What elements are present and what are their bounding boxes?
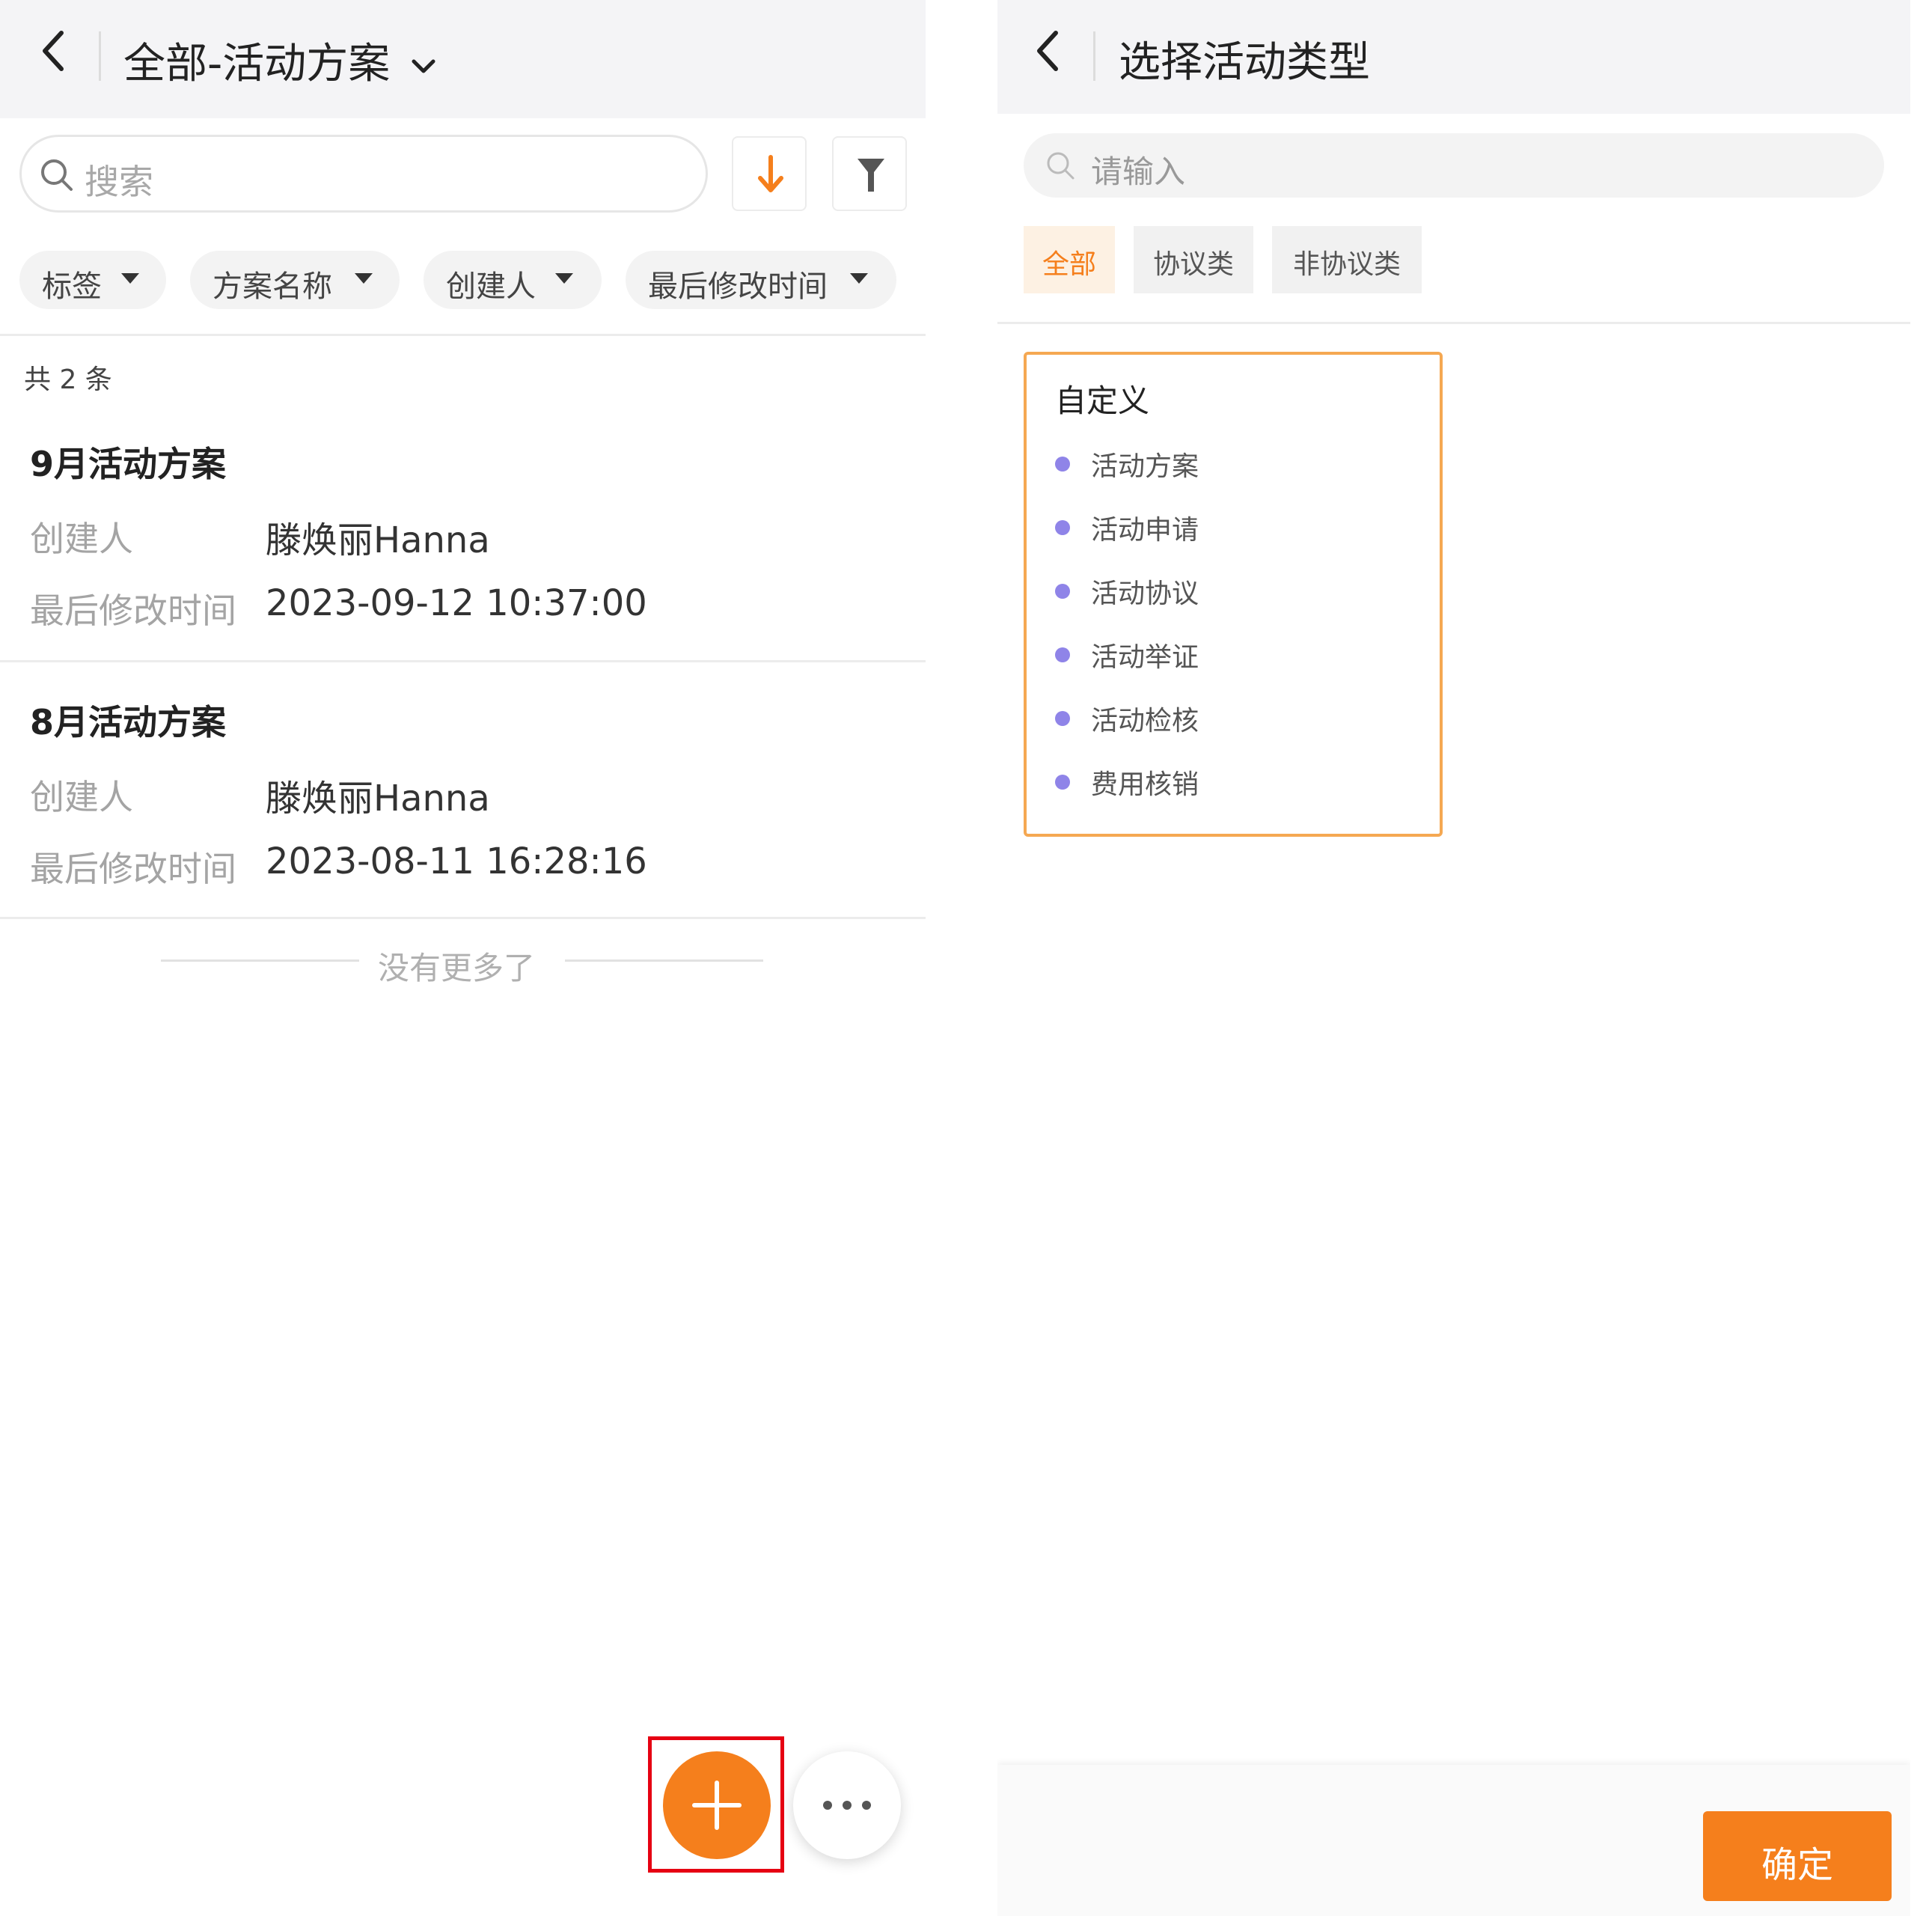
tab-label: 协议类: [1152, 249, 1234, 280]
record-title: 9月活动方案: [30, 444, 227, 484]
group-title: 自定义: [1055, 382, 1150, 419]
header-divider: [99, 31, 101, 81]
search-placeholder: 搜索: [85, 162, 153, 202]
type-item-label: 费用核销: [1091, 769, 1199, 800]
select-activity-type-screen: 选择活动类型 请输入 全部 协议类 非协议类 自定义 活动方案 活动申请 活动协…: [997, 0, 1910, 1916]
list-item[interactable]: 8月活动方案 创建人 滕焕丽Hanna 最后修改时间 2023-08-11 16…: [0, 677, 926, 918]
tab-non-agreement[interactable]: 非协议类: [1272, 226, 1422, 293]
top-bar: 全部-活动方案: [0, 0, 926, 118]
record-count: 共 2 条: [24, 364, 112, 395]
creator-label: 创建人: [30, 777, 133, 817]
search-icon: [1047, 152, 1074, 180]
type-item-label: 活动协议: [1091, 579, 1199, 609]
filter-chip-creator[interactable]: 创建人: [424, 251, 602, 309]
record-title: 8月活动方案: [30, 702, 227, 742]
bullet-dot: [1055, 775, 1070, 790]
bullet-dot: [1055, 711, 1070, 726]
tab-label: 全部: [1042, 249, 1096, 280]
back-arrow-icon[interactable]: [1033, 28, 1063, 73]
bullet-dot: [1055, 584, 1070, 599]
creator-value: 滕焕丽Hanna: [266, 778, 490, 820]
bullet-dot: [1055, 647, 1070, 662]
divider: [0, 660, 926, 662]
type-item-label: 活动申请: [1091, 515, 1199, 546]
sort-down-arrow-icon: [758, 155, 783, 192]
type-item-label: 活动举证: [1091, 642, 1199, 673]
creator-value: 滕焕丽Hanna: [266, 519, 490, 561]
modified-time-label: 最后修改时间: [30, 849, 236, 889]
filter-chip-modified-time[interactable]: 最后修改时间: [626, 251, 896, 309]
filter-button[interactable]: [832, 136, 907, 211]
end-line-right: [565, 959, 763, 962]
type-group-custom[interactable]: 自定义 活动方案 活动申请 活动协议 活动举证 活动检核 费用核销: [1024, 352, 1443, 837]
type-item-label: 活动检核: [1091, 706, 1199, 736]
search-input[interactable]: 请输入: [1024, 133, 1884, 198]
back-arrow-icon[interactable]: [39, 28, 69, 73]
tab-label: 非协议类: [1292, 249, 1401, 280]
filter-chip-label: 最后修改时间: [648, 269, 828, 304]
divider: [0, 334, 926, 336]
top-bar: 选择活动类型: [997, 0, 1910, 114]
caret-down-icon: [121, 273, 139, 284]
add-button[interactable]: [663, 1751, 771, 1859]
caret-down-icon: [555, 273, 573, 284]
modified-time-value: 2023-08-11 16:28:16: [266, 840, 647, 882]
creator-label: 创建人: [30, 519, 133, 559]
divider: [997, 322, 1910, 324]
filter-chip-label: 方案名称: [213, 269, 332, 304]
search-placeholder: 请输入: [1091, 153, 1186, 190]
page-title[interactable]: 全部-活动方案: [123, 30, 436, 91]
list-item[interactable]: 9月活动方案 创建人 滕焕丽Hanna 最后修改时间 2023-09-12 10…: [0, 419, 926, 660]
filter-funnel-icon: [858, 159, 884, 192]
modified-time-label: 最后修改时间: [30, 591, 236, 631]
filter-chip-label: 标签: [42, 269, 102, 304]
modified-time-value: 2023-09-12 10:37:00: [266, 582, 647, 624]
divider: [0, 917, 926, 919]
page-title: 选择活动类型: [1119, 38, 1370, 87]
search-icon: [41, 159, 73, 191]
type-item-label: 活动方案: [1091, 451, 1199, 482]
activity-plan-list-screen: 全部-活动方案 搜索 标签 方案名称 创建人 最后修改时间 共 2 条 9月活动…: [0, 0, 926, 1916]
confirm-label: 确定: [1761, 1844, 1833, 1886]
more-button[interactable]: [793, 1751, 901, 1859]
header-divider: [1093, 31, 1095, 81]
search-input[interactable]: 搜索: [19, 135, 708, 213]
tab-all[interactable]: 全部: [1024, 226, 1115, 293]
caret-down-icon: [355, 273, 373, 284]
filter-chip-tag[interactable]: 标签: [19, 251, 166, 309]
no-more-text: 没有更多了: [378, 950, 536, 986]
more-dots-icon: [823, 1801, 871, 1810]
confirm-button[interactable]: 确定: [1703, 1811, 1892, 1901]
filter-chip-label: 创建人: [446, 269, 536, 304]
tab-agreement[interactable]: 协议类: [1134, 226, 1253, 293]
bullet-dot: [1055, 457, 1070, 472]
filter-chip-plan-name[interactable]: 方案名称: [190, 251, 400, 309]
bullet-dot: [1055, 520, 1070, 535]
page-title-label: 全部-活动方案: [123, 40, 391, 88]
end-line-left: [161, 959, 359, 962]
chevron-down-icon: [412, 59, 435, 73]
caret-down-icon: [850, 273, 868, 284]
plus-icon: [692, 1781, 742, 1830]
sort-button[interactable]: [732, 136, 807, 211]
